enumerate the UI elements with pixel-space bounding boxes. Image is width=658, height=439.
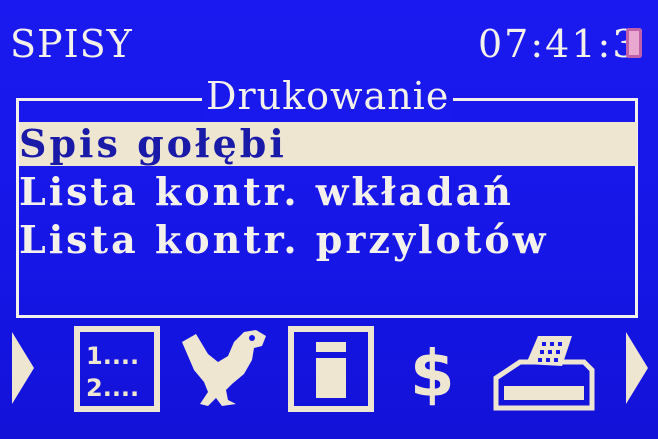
pigeon-icon[interactable] xyxy=(178,326,270,412)
device-screen: SPISY 07:41:3 Drukowanie Spis gołębi Lis… xyxy=(0,0,658,439)
numbered-list-icon[interactable]: 1.... 2.... xyxy=(74,326,160,412)
list-line-2: 2.... xyxy=(86,374,139,402)
dollar-icon[interactable]: $ xyxy=(400,326,470,412)
app-title: SPISY xyxy=(10,22,133,66)
menu-item-lista-kontr-przylotow[interactable]: Lista kontr. przylotów xyxy=(19,218,637,262)
arrow-right-icon[interactable] xyxy=(626,332,648,404)
dollar-symbol: $ xyxy=(410,338,455,412)
battery-icon xyxy=(626,28,642,58)
menu-title: Drukowanie xyxy=(202,72,454,120)
toolbar: 1.... 2.... $ xyxy=(0,322,658,417)
arrow-left-icon[interactable] xyxy=(12,332,34,404)
document-icon[interactable] xyxy=(288,326,374,412)
clock: 07:41:3 xyxy=(478,22,639,66)
list-line-1: 1.... xyxy=(86,342,139,370)
printer-icon[interactable] xyxy=(490,326,598,412)
menu-item-lista-kontr-wkladan[interactable]: Lista kontr. wkładań xyxy=(19,170,637,214)
menu-item-spis-golebi[interactable]: Spis gołębi xyxy=(19,122,637,166)
